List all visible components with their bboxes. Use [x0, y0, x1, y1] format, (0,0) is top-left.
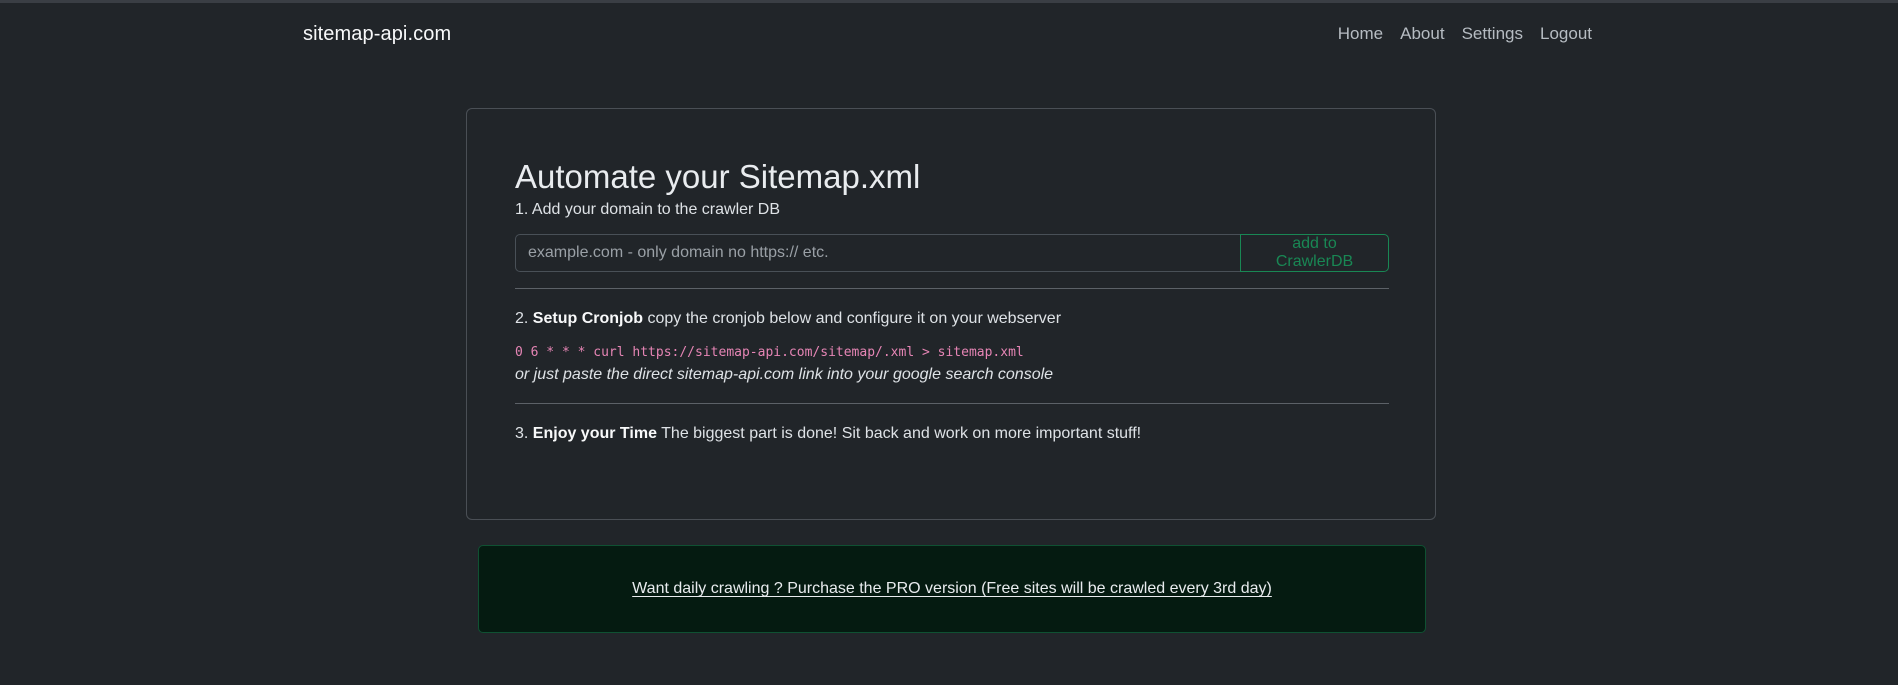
- setup-card: Automate your Sitemap.xml 1. Add your do…: [466, 108, 1436, 520]
- step-2-text: 2. Setup Cronjob copy the cronjob below …: [515, 308, 1389, 330]
- domain-input[interactable]: [515, 234, 1240, 272]
- setup-card-body: Automate your Sitemap.xml 1. Add your do…: [515, 157, 1389, 445]
- nav-links: Home About Settings Logout: [1338, 24, 1592, 44]
- step-3-description: The biggest part is done! Sit back and w…: [656, 425, 1142, 442]
- navbar: sitemap-api.com Home About Settings Logo…: [303, 18, 1593, 50]
- top-border: [0, 0, 1898, 3]
- domain-input-group: add to CrawlerDB: [515, 234, 1389, 272]
- step-1-text: 1. Add your domain to the crawler DB: [515, 201, 781, 218]
- add-to-crawlerdb-button[interactable]: add to CrawlerDB: [1240, 234, 1389, 272]
- pro-promo-banner: Want daily crawling ? Purchase the PRO v…: [478, 545, 1426, 633]
- divider: [515, 403, 1389, 404]
- nav-link-home[interactable]: Home: [1338, 24, 1383, 44]
- nav-link-about[interactable]: About: [1400, 24, 1444, 44]
- search-console-hint: or just paste the direct sitemap-api.com…: [515, 366, 1054, 383]
- step-3-number: 3.: [515, 425, 533, 442]
- divider: [515, 288, 1389, 289]
- step-3-text: 3. Enjoy your Time The biggest part is d…: [515, 423, 1389, 445]
- page-title: Automate your Sitemap.xml: [515, 158, 921, 195]
- step-2-number: 2.: [515, 310, 533, 327]
- step-2-description: copy the cronjob below and configure it …: [643, 310, 1062, 327]
- step-2-heading: Setup Cronjob: [532, 310, 644, 327]
- nav-link-settings[interactable]: Settings: [1462, 24, 1523, 44]
- nav-link-logout[interactable]: Logout: [1540, 24, 1592, 44]
- brand-link[interactable]: sitemap-api.com: [303, 23, 451, 46]
- pro-version-link[interactable]: Want daily crawling ? Purchase the PRO v…: [632, 580, 1272, 598]
- step-3-heading: Enjoy your Time: [532, 425, 657, 442]
- cronjob-code: 0 6 * * * curl https://sitemap-api.com/s…: [515, 345, 1024, 360]
